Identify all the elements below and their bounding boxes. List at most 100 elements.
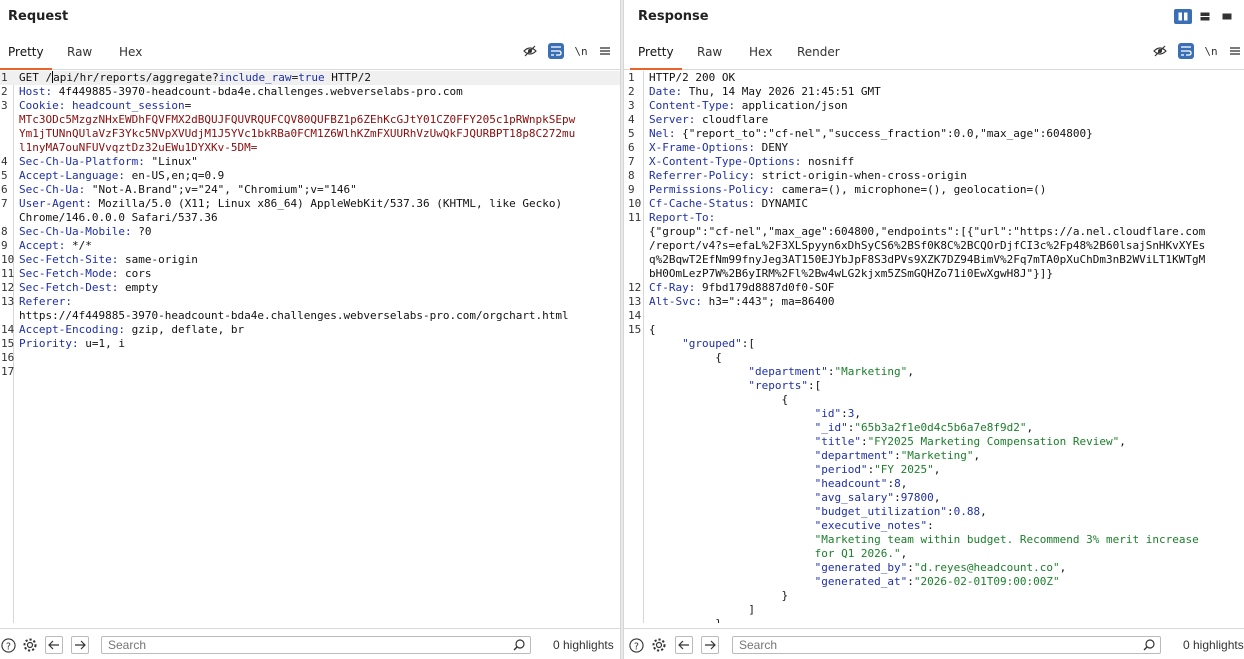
- response-highlights-count: 0 highlights: [1183, 638, 1244, 652]
- tab-render[interactable]: Render: [789, 40, 848, 70]
- tab-pretty[interactable]: Pretty: [630, 40, 682, 70]
- next-arrow-icon[interactable]: [701, 636, 719, 654]
- tab-hex[interactable]: Hex: [111, 40, 150, 70]
- request-editor[interactable]: 1 GET /api/hr/reports/aggregate?include_r…: [0, 71, 620, 623]
- response-line: "Marketing team within budget. Recommend…: [624, 533, 1244, 547]
- hide-nonprintable-icon[interactable]: [1152, 43, 1168, 59]
- response-line: 5 Nel: {"report_to":"cf-nel","success_fra…: [624, 127, 1244, 141]
- token: Cookie:: [19, 99, 66, 112]
- previous-arrow-icon[interactable]: [45, 636, 63, 654]
- line-number: 10: [1, 253, 14, 266]
- line-text: Cookie: headcount_session=: [19, 99, 191, 113]
- token: 4f449885-3970-headcount-bda4e.challenges…: [52, 85, 463, 98]
- help-icon[interactable]: ?: [628, 637, 644, 653]
- line-text: "headcount":8,: [649, 477, 908, 491]
- tab-raw[interactable]: Raw: [689, 40, 730, 70]
- help-icon[interactable]: ?: [0, 637, 16, 653]
- response-line: {: [624, 393, 1244, 407]
- token: Referer:: [19, 295, 72, 308]
- line-text: "budget_utilization":0.88,: [649, 505, 987, 519]
- response-line: /report/v4?s=efaL%2F3XLSpyyn6xDhSyCS6%2B…: [624, 239, 1244, 253]
- request-search-input[interactable]: [108, 638, 498, 652]
- token: ,: [973, 449, 981, 462]
- response-line: "reports":[: [624, 379, 1244, 393]
- line-text: HTTP/2 200 OK: [649, 71, 735, 85]
- wrap-lines-icon[interactable]: [1178, 43, 1194, 59]
- token: true: [298, 71, 325, 84]
- token: Report-To:: [649, 211, 716, 224]
- response-search-box[interactable]: [732, 636, 1161, 654]
- menu-icon[interactable]: [597, 43, 613, 59]
- token: }: [649, 589, 789, 602]
- token: ,: [900, 547, 908, 560]
- request-line: 14 Accept-Encoding: gzip, deflate, br: [0, 323, 620, 337]
- response-line: 15 {: [624, 323, 1244, 337]
- line-number: 4: [1, 155, 8, 168]
- newline-toggle[interactable]: \n: [1203, 43, 1219, 59]
- response-line: "generated_at":"2026-02-01T09:00:00Z": [624, 575, 1244, 589]
- response-line: 12 Cf-Ray: 9fbd179d8887d0f0-SOF: [624, 281, 1244, 295]
- token: ,: [1026, 421, 1034, 434]
- next-arrow-icon[interactable]: [71, 636, 89, 654]
- tab-raw[interactable]: Raw: [59, 40, 100, 70]
- line-text: https://4f449885-3970-headcount-bda4e.ch…: [19, 309, 569, 323]
- token: q%2BqwT2EfNm99fnyJeg3AT150EJYbJpF8S3dPVs…: [649, 253, 1206, 266]
- line-number: 7: [628, 155, 635, 168]
- line-number: 1: [1, 71, 8, 84]
- token: same-origin: [118, 253, 198, 266]
- search-icon[interactable]: [1143, 639, 1155, 654]
- line-number: 10: [628, 197, 642, 210]
- token: "headcount": [814, 477, 888, 490]
- previous-arrow-icon[interactable]: [675, 636, 693, 654]
- line-text: Sec-Fetch-Site: same-origin: [19, 253, 198, 267]
- line-text: Report-To:: [649, 211, 715, 225]
- settings-gear-icon[interactable]: [651, 637, 667, 653]
- token: Accept:: [19, 239, 66, 252]
- token: "65b3a2f1e0d4c5b6a7e8f9d2": [854, 421, 1027, 434]
- line-text: Sec-Fetch-Dest: empty: [19, 281, 158, 295]
- token: :[: [807, 379, 822, 392]
- hide-nonprintable-icon[interactable]: [522, 43, 538, 59]
- settings-gear-icon[interactable]: [22, 637, 38, 653]
- response-search-input[interactable]: [739, 638, 1129, 652]
- line-text: "grouped":[: [649, 337, 755, 351]
- token: "budget_utilization": [814, 505, 948, 518]
- response-line: "title":"FY2025 Marketing Compensation R…: [624, 435, 1244, 449]
- token: :: [841, 407, 848, 420]
- token: Sec-Ch-Ua:: [19, 183, 86, 196]
- token: ,: [1059, 561, 1067, 574]
- newline-toggle[interactable]: \n: [573, 43, 589, 59]
- line-number: 14: [1, 323, 14, 336]
- tab-pretty[interactable]: Pretty: [0, 40, 52, 70]
- request-line: 15 Priority: u=1, i: [0, 337, 620, 351]
- layout-tabs-icon[interactable]: [1218, 9, 1236, 24]
- response-line: "executive_notes":: [624, 519, 1244, 533]
- response-line: 1 HTTP/2 200 OK: [624, 71, 1244, 85]
- response-editor[interactable]: 1 HTTP/2 200 OK 2 Date: Thu, 14 May 2026 21…: [624, 71, 1244, 623]
- request-search-box[interactable]: [101, 636, 531, 654]
- token: /report/v4?s=efaL%2F3XLSpyyn6xDhSyCS6%2B…: [649, 239, 1206, 252]
- menu-icon[interactable]: [1227, 43, 1243, 59]
- response-line: "department":"Marketing",: [624, 449, 1244, 463]
- line-number: 14: [628, 309, 642, 322]
- response-line: 6 X-Frame-Options: DENY: [624, 141, 1244, 155]
- search-icon[interactable]: [513, 639, 525, 654]
- response-line: 13 Alt-Svc: h3=":443"; ma=86400: [624, 295, 1244, 309]
- layout-side-by-side-icon[interactable]: [1174, 9, 1192, 24]
- token: "Marketing": [834, 365, 908, 378]
- layout-stacked-icon[interactable]: [1196, 9, 1214, 24]
- token: "Linux": [144, 155, 198, 168]
- token: "executive_notes": [814, 519, 928, 532]
- line-text: Chrome/146.0.0.0 Safari/537.36: [19, 211, 218, 225]
- token: 0.88: [953, 505, 981, 518]
- token: =: [184, 99, 192, 112]
- token: Accept-Encoding:: [19, 323, 125, 336]
- tab-hex[interactable]: Hex: [741, 40, 780, 70]
- wrap-lines-icon[interactable]: [548, 43, 564, 59]
- token: Sec-Fetch-Dest:: [19, 281, 119, 294]
- token: ,: [933, 491, 941, 504]
- token: "department": [814, 449, 895, 462]
